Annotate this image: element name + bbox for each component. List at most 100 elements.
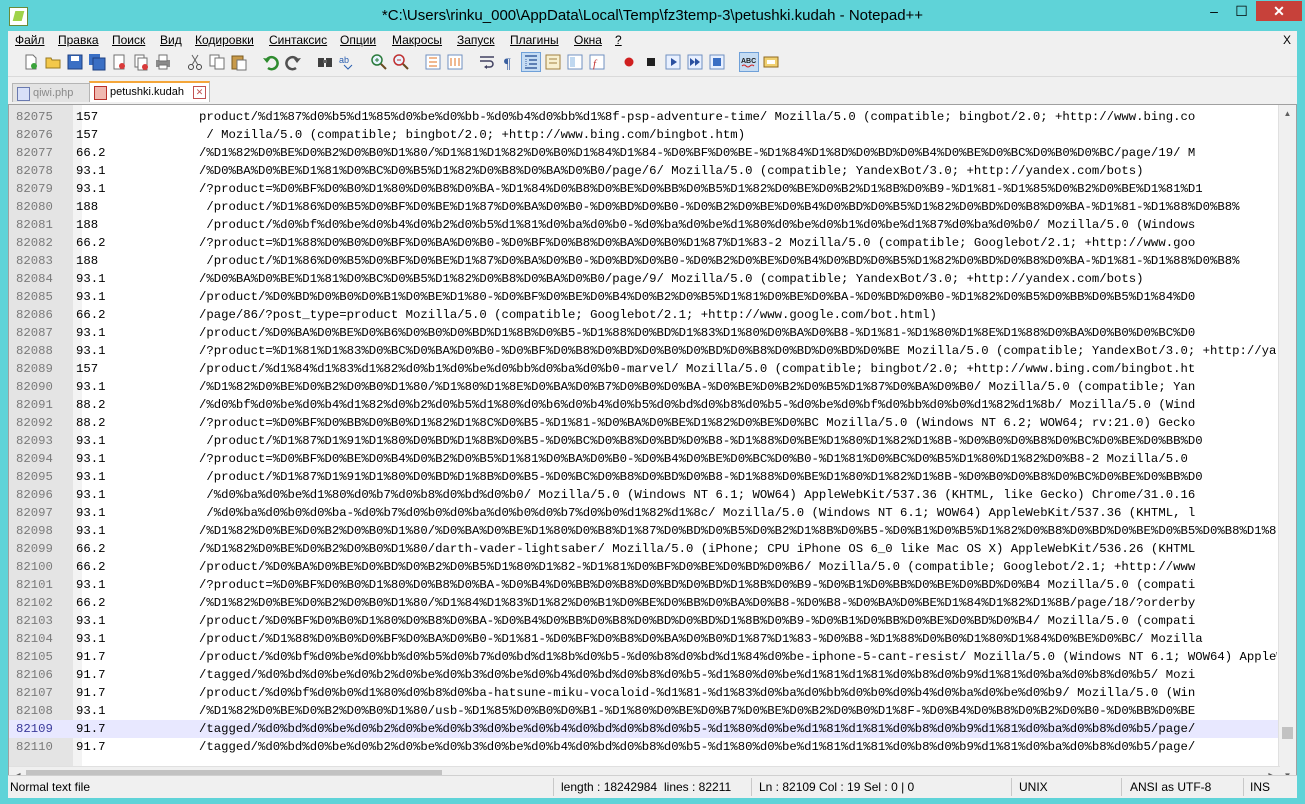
tab-petushki-kudah[interactable]: petushki.kudah ✕ [89,81,210,102]
editor-line[interactable]: 82096 93.1 /%d0%ba%d0%be%d1%80%d0%b7%d0%b… [9,486,1279,504]
replace-icon[interactable]: ab [338,53,356,71]
menu-edit[interactable]: Правка [58,33,99,47]
ip-column: 66.2 [76,236,106,250]
menu-view[interactable]: Вид [160,33,182,47]
editor-line[interactable]: 82106 91.7/tagged/%d0%bd%d0%be%d0%b2%d0%b… [9,666,1279,684]
menu-macros[interactable]: Макросы [392,33,442,47]
editor-line[interactable]: 82099 66.2 /%D1%82%D0%BE%D0%B2%D0%B0%D1%80… [9,540,1279,558]
menu-windows[interactable]: Окна [574,33,602,47]
editor-line[interactable]: 82083 188 /product/%D1%86%D0%B5%D0%BF%D0%… [9,252,1279,270]
sync-horizontal-icon[interactable] [446,53,464,71]
menu-options[interactable]: Опции [340,33,376,47]
status-position: Ln : 82109 Col : 19 Sel : 0 | 0 [759,780,915,794]
tab-qiwi-php[interactable]: qiwi.php [12,83,94,102]
sync-vertical-icon[interactable] [424,53,442,71]
redo-icon[interactable] [284,53,302,71]
word-wrap-icon[interactable] [478,53,496,71]
editor-line[interactable]: 82086 66.2/page/86/?post_type=product Moz… [9,306,1279,324]
menu-plugins[interactable]: Плагины [510,33,559,47]
vertical-scroll-thumb[interactable] [1282,727,1293,739]
current-line[interactable]: 82109 91.7/tagged/%d0%bd%d0%be%d0%b2%d0%b… [9,720,1279,738]
undo-icon[interactable] [262,53,280,71]
cut-icon[interactable] [186,53,204,71]
close-window-button[interactable]: ✕ [1256,1,1302,21]
doc-map-icon[interactable] [566,53,584,71]
menu-help[interactable]: ? [615,33,622,47]
close-all-icon[interactable] [132,53,150,71]
paste-icon[interactable] [230,53,248,71]
line-text: /product/%D1%88%D0%B0%D0%BF%D0%BA%D0%B0-… [199,632,1203,646]
line-number: 82086 [16,308,53,322]
editor-line[interactable]: 82091 88.2 /%d0%bf%d0%be%d0%b4%d1%82%d0%b2… [9,396,1279,414]
editor-line[interactable]: 82087 93.1/product/%D0%BA%D0%BE%D0%B6%D0%… [9,324,1279,342]
editor-line[interactable]: 82102 66.2 /%D1%82%D0%BE%D0%B2%D0%B0%D1%80… [9,594,1279,612]
show-all-chars-icon[interactable]: ¶ [500,53,518,71]
editor-line[interactable]: 82110 91.7/tagged/%d0%bd%d0%be%d0%b2%d0%b… [9,738,1279,756]
editor-line[interactable]: 82085 93.1/product/%D0%BD%D0%B0%D0%B1%D0%… [9,288,1279,306]
text-editor[interactable]: 82075 157 product/%d1%87%d0%b5%d1%85%d0%be… [8,104,1297,785]
editor-line[interactable]: 82108 93.1 /%D1%82%D0%BE%D0%B2%D0%B0%D1%80… [9,702,1279,720]
play-macro-icon[interactable] [664,53,682,71]
new-file-icon[interactable] [22,53,40,71]
editor-line[interactable]: 82077 66.2 /%D1%82%D0%BE%D0%B2%D0%B0%D1%80… [9,144,1279,162]
save-icon[interactable] [66,53,84,71]
maximize-button[interactable]: ☐ [1228,1,1255,21]
editor-line[interactable]: 82095 93.1 /product/%D1%87%D1%91%D1%80%D0… [9,468,1279,486]
editor-line[interactable]: 82093 93.1 /product/%D1%87%D1%91%D1%80%D0… [9,432,1279,450]
editor-line[interactable]: 82080 188 /product/%D1%86%D0%B5%D0%BF%D0%… [9,198,1279,216]
editor-line[interactable]: 82101 93.1 /?product=%D0%BF%D0%B0%D1%80%D0… [9,576,1279,594]
spell-check-icon[interactable]: ABC [739,52,759,72]
record-macro-icon[interactable] [620,53,638,71]
editor-line[interactable]: 82097 93.1 /%d0%ba%d0%b0%d0%ba-%d0%b7%d0%… [9,504,1279,522]
function-list-icon[interactable]: f [588,53,606,71]
editor-line[interactable]: 82075 157 product/%d1%87%d0%b5%d1%85%d0%be… [9,108,1279,126]
run-macro-multiple-icon[interactable] [686,53,704,71]
editor-line[interactable]: 82098 93.1 /%D1%82%D0%BE%D0%B2%D0%B0%D1%80… [9,522,1279,540]
editor-line[interactable]: 82090 93.1 /%D1%82%D0%BE%D0%B2%D0%B0%D1%80… [9,378,1279,396]
copy-icon[interactable] [208,53,226,71]
close-document-x[interactable]: X [1283,33,1291,47]
menu-encoding[interactable]: Кодировки [195,33,254,47]
editor-line[interactable]: 82094 93.1 /?product=%D0%BF%D0%BE%D0%B4%D0… [9,450,1279,468]
close-tab-icon[interactable]: ✕ [193,86,206,99]
ftp-icon[interactable] [762,53,780,71]
menu-run[interactable]: Запуск [457,33,495,47]
zoom-in-icon[interactable] [370,53,388,71]
minimize-button[interactable]: – [1200,1,1228,21]
open-file-icon[interactable] [44,53,62,71]
editor-line[interactable]: 82082 66.2 /?product=%D1%88%D0%B0%D0%BF%D0… [9,234,1279,252]
editor-line[interactable]: 82084 93.1 /%D0%BA%D0%BE%D1%81%D0%BC%D0%B5… [9,270,1279,288]
editor-line[interactable]: 82103 93.1/product/%D0%BF%D0%B0%D1%80%D0%… [9,612,1279,630]
scroll-up-arrow-icon[interactable]: ▲ [1279,105,1296,122]
editor-line[interactable]: 82107 91.7/product/%d0%bf%d0%b0%d1%80%d0%… [9,684,1279,702]
editor-line[interactable]: 82081 188 /product/%d0%bf%d0%be%d0%b4%d0%… [9,216,1279,234]
save-all-icon[interactable] [88,53,106,71]
line-number: 82097 [16,506,53,520]
zoom-out-icon[interactable] [392,53,410,71]
editor-line[interactable]: 82076 157 / Mozilla/5.0 (compatible; bing… [9,126,1279,144]
menu-search[interactable]: Поиск [112,33,145,47]
editor-line[interactable]: 82088 93.1 /?product=%D1%81%D1%83%D0%BC%D0… [9,342,1279,360]
indent-guide-icon[interactable] [521,52,541,72]
editor-line[interactable]: 82089 157/product/%d1%84%d1%83%d1%82%d0%b… [9,360,1279,378]
menu-file[interactable]: Файл [15,33,45,47]
save-macro-icon[interactable] [708,53,726,71]
line-number: 82092 [16,416,53,430]
line-number: 82107 [16,686,53,700]
menu-syntax[interactable]: Синтаксис [269,33,327,47]
ip-column: 93.1 [76,290,106,304]
editor-line[interactable]: 82078 93.1 /%D0%BA%D0%BE%D1%81%D0%BC%D0%B5… [9,162,1279,180]
editor-line[interactable]: 82105 91.7/product/%d0%bf%d0%be%d0%bb%d0%… [9,648,1279,666]
editor-line[interactable]: 82104 93.1/product/%D1%88%D0%B0%D0%BF%D0%… [9,630,1279,648]
print-icon[interactable] [154,53,172,71]
close-file-icon[interactable] [110,53,128,71]
line-text: /product/%D0%BA%D0%BE%D0%BD%D0%B2%D0%B5%… [199,560,1196,574]
vertical-scrollbar[interactable]: ▲ ▼ [1278,105,1296,784]
line-text: /%D1%82%D0%BE%D0%B2%D0%B0%D1%80/%D1%80%D… [199,380,1196,394]
user-lang-icon[interactable] [544,53,562,71]
editor-line[interactable]: 82100 66.2/product/%D0%BA%D0%BE%D0%BD%D0%… [9,558,1279,576]
editor-line[interactable]: 82092 88.2 /?product=%D0%BF%D0%BB%D0%B0%D1… [9,414,1279,432]
stop-macro-icon[interactable] [642,53,660,71]
editor-line[interactable]: 82079 93.1 /?product=%D0%BF%D0%B0%D1%80%D0… [9,180,1279,198]
find-icon[interactable] [316,53,334,71]
